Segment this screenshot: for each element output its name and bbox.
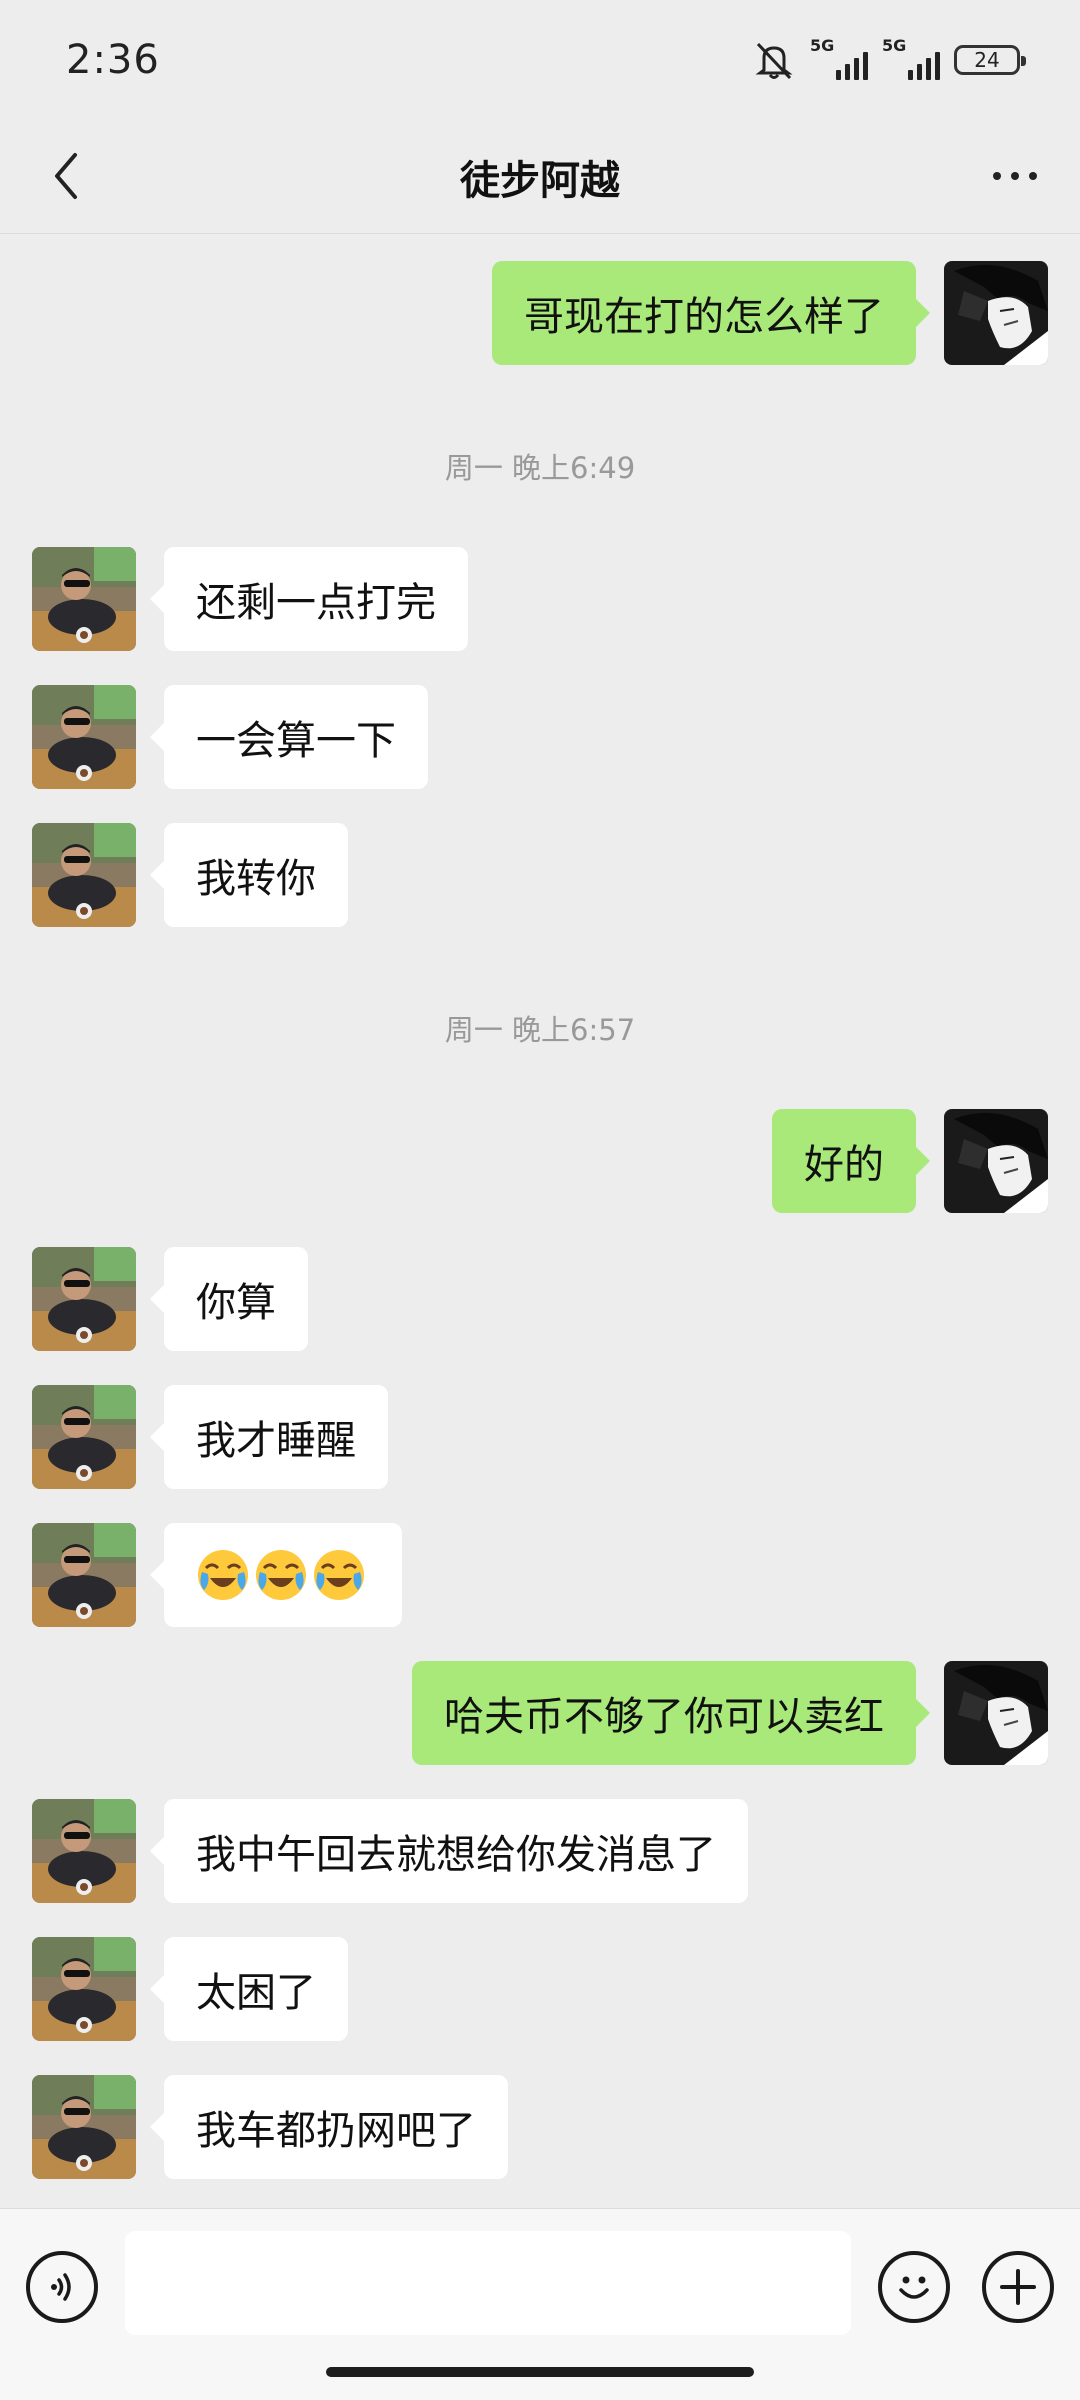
contact-avatar[interactable] (32, 1247, 136, 1351)
battery-level: 24 (974, 48, 1000, 72)
message-row-incoming: 我中午回去就想给你发消息了 (0, 1799, 1080, 1903)
message-row-incoming: 我才睡醒 (0, 1385, 1080, 1489)
message-row-incoming (0, 1523, 1080, 1627)
message-row-incoming: 一会算一下 (0, 685, 1080, 789)
message-list[interactable]: 哥现在打的怎么样了 周一 晚上6:49 还剩一点打完 一会算一下 我转你 周一 … (0, 235, 1080, 2205)
plus-icon (1000, 2269, 1036, 2305)
message-row-incoming: 我转你 (0, 823, 1080, 927)
message-bubble-incoming[interactable]: 太困了 (150, 1937, 348, 2041)
home-indicator[interactable] (326, 2367, 754, 2377)
back-button[interactable] (36, 146, 96, 206)
signal-1-icon: 5G (810, 36, 868, 80)
message-row-incoming: 太困了 (0, 1937, 1080, 2041)
message-bubble-incoming[interactable]: 我才睡醒 (150, 1385, 388, 1489)
my-avatar[interactable] (944, 1661, 1048, 1765)
more-options-button[interactable] (980, 146, 1050, 206)
message-row-incoming: 你算 (0, 1247, 1080, 1351)
chevron-left-icon (55, 153, 77, 199)
message-bubble-incoming[interactable]: 还剩一点打完 (150, 547, 468, 651)
chat-title: 徒步阿越 (460, 157, 620, 204)
message-bubble-incoming[interactable]: 我车都扔网吧了 (150, 2075, 508, 2179)
my-avatar[interactable] (944, 261, 1048, 365)
signal-2-icon: 5G (882, 36, 940, 80)
timestamp: 周一 晚上6:49 (444, 451, 636, 485)
message-row-outgoing: 哈夫币不够了你可以卖红 (0, 1661, 1080, 1765)
message-row-incoming: 还剩一点打完 (0, 547, 1080, 651)
message-row-incoming: 我车都扔网吧了 (0, 2075, 1080, 2179)
message-row-outgoing: 好的 (0, 1109, 1080, 1213)
message-bubble-outgoing[interactable]: 哥现在打的怎么样了 (492, 261, 930, 365)
contact-avatar[interactable] (32, 2075, 136, 2179)
message-bubble-emoji[interactable] (150, 1523, 402, 1627)
emoji-button[interactable] (878, 2251, 950, 2323)
message-input[interactable] (125, 2231, 851, 2335)
my-avatar[interactable] (944, 1109, 1048, 1213)
message-bubble-outgoing[interactable]: 哈夫币不够了你可以卖红 (412, 1661, 930, 1765)
status-icons: 5G 5G 24 (752, 36, 1026, 80)
smiley-icon (899, 2276, 929, 2299)
crying-laughing-emoji-icon (254, 1548, 308, 1602)
message-bubble-incoming[interactable]: 你算 (150, 1247, 308, 1351)
more-actions-button[interactable] (982, 2251, 1054, 2323)
message-bubble-outgoing[interactable]: 好的 (772, 1109, 930, 1213)
dot-icon (993, 172, 1001, 180)
timestamp: 周一 晚上6:57 (444, 1013, 636, 1047)
voice-icon (51, 2273, 71, 2301)
message-bubble-incoming[interactable]: 一会算一下 (150, 685, 428, 789)
contact-avatar[interactable] (32, 1523, 136, 1627)
battery-icon: 24 (954, 45, 1026, 75)
crying-laughing-emoji-icon (196, 1548, 250, 1602)
message-bubble-incoming[interactable]: 我转你 (150, 823, 348, 927)
contact-avatar[interactable] (32, 547, 136, 651)
contact-avatar[interactable] (32, 685, 136, 789)
crying-laughing-emoji-icon (312, 1548, 366, 1602)
message-row-outgoing: 哥现在打的怎么样了 (0, 261, 1080, 365)
status-bar: 2:36 5G 5G 24 (0, 0, 1080, 120)
network-type-2: 5G (882, 36, 907, 55)
contact-avatar[interactable] (32, 1937, 136, 2041)
dot-icon (1029, 172, 1037, 180)
status-time: 2:36 (66, 37, 160, 83)
contact-avatar[interactable] (32, 1799, 136, 1903)
voice-input-button[interactable] (26, 2251, 98, 2323)
dot-icon (1011, 172, 1019, 180)
contact-avatar[interactable] (32, 823, 136, 927)
network-type-1: 5G (810, 36, 835, 55)
message-bubble-incoming[interactable]: 我中午回去就想给你发消息了 (150, 1799, 748, 1903)
mute-bell-icon (755, 42, 793, 80)
contact-avatar[interactable] (32, 1385, 136, 1489)
chat-header: 徒步阿越 (0, 120, 1080, 234)
